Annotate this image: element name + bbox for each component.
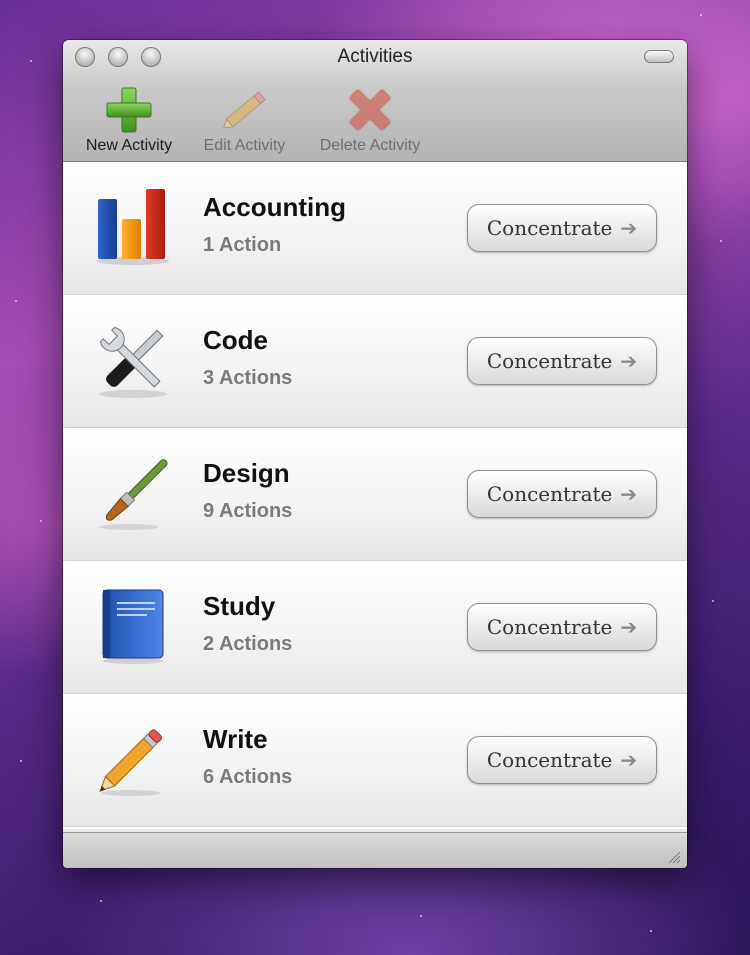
plus-icon — [106, 87, 152, 133]
concentrate-label: Concentrate — [486, 349, 613, 373]
concentrate-button[interactable]: Concentrate ➔ — [467, 603, 657, 651]
concentrate-button[interactable]: Concentrate ➔ — [467, 470, 657, 518]
new-activity-button[interactable]: New Activity — [73, 84, 185, 158]
activity-name: Code — [203, 325, 268, 355]
activity-row-write[interactable]: Write 6 Actions Concentrate ➔ — [63, 694, 687, 827]
delete-x-icon — [349, 89, 391, 131]
activities-list: Accounting 1 Action Concentrate ➔ Code 3… — [63, 162, 687, 829]
concentrate-label: Concentrate — [486, 748, 613, 772]
activity-name: Study — [203, 591, 276, 621]
delete-activity-label: Delete Activity — [319, 137, 421, 154]
bar-chart-icon — [97, 189, 169, 265]
pencil-icon — [99, 729, 162, 796]
activity-action-count: 3 Actions — [203, 367, 293, 389]
window-title: Activities — [337, 46, 413, 67]
activity-name: Accounting — [203, 192, 346, 222]
activities-window: Activities New Activity Edit Activity De… — [63, 40, 687, 868]
concentrate-label: Concentrate — [486, 216, 613, 240]
activity-row-accounting[interactable]: Accounting 1 Action Concentrate ➔ — [63, 162, 687, 295]
arrow-right-icon: ➔ — [620, 349, 638, 373]
arrow-right-icon: ➔ — [620, 615, 638, 639]
activity-name: Design — [203, 458, 290, 488]
delete-activity-button[interactable]: Delete Activity — [307, 84, 433, 158]
activity-row-code[interactable]: Code 3 Actions Concentrate ➔ — [63, 295, 687, 428]
activity-action-count: 2 Actions — [203, 633, 293, 655]
new-activity-label: New Activity — [85, 137, 173, 154]
pencil-icon — [222, 91, 266, 129]
bottom-bar — [63, 832, 687, 868]
arrow-right-icon: ➔ — [620, 748, 638, 772]
resize-grip-icon[interactable] — [667, 850, 681, 864]
concentrate-label: Concentrate — [486, 482, 613, 506]
concentrate-button[interactable]: Concentrate ➔ — [467, 204, 657, 252]
concentrate-button[interactable]: Concentrate ➔ — [467, 736, 657, 784]
activity-action-count: 6 Actions — [203, 766, 293, 788]
activity-action-count: 9 Actions — [203, 500, 293, 522]
arrow-right-icon: ➔ — [620, 482, 638, 506]
edit-activity-label: Edit Activity — [203, 137, 286, 154]
activity-name: Write — [203, 724, 268, 754]
tools-icon — [99, 326, 167, 398]
edit-activity-button[interactable]: Edit Activity — [193, 84, 296, 158]
concentrate-label: Concentrate — [486, 615, 613, 639]
activity-row-design[interactable]: Design 9 Actions Concentrate ➔ — [63, 428, 687, 561]
toolbar-toggle-button[interactable] — [644, 50, 674, 63]
activity-row-study[interactable]: Study 2 Actions Concentrate ➔ — [63, 561, 687, 694]
concentrate-button[interactable]: Concentrate ➔ — [467, 337, 657, 385]
arrow-right-icon: ➔ — [620, 216, 638, 240]
paintbrush-icon — [99, 459, 168, 530]
activity-action-count: 1 Action — [203, 234, 282, 256]
book-icon — [102, 589, 164, 664]
title-bar: Activities New Activity Edit Activity De… — [63, 40, 687, 162]
